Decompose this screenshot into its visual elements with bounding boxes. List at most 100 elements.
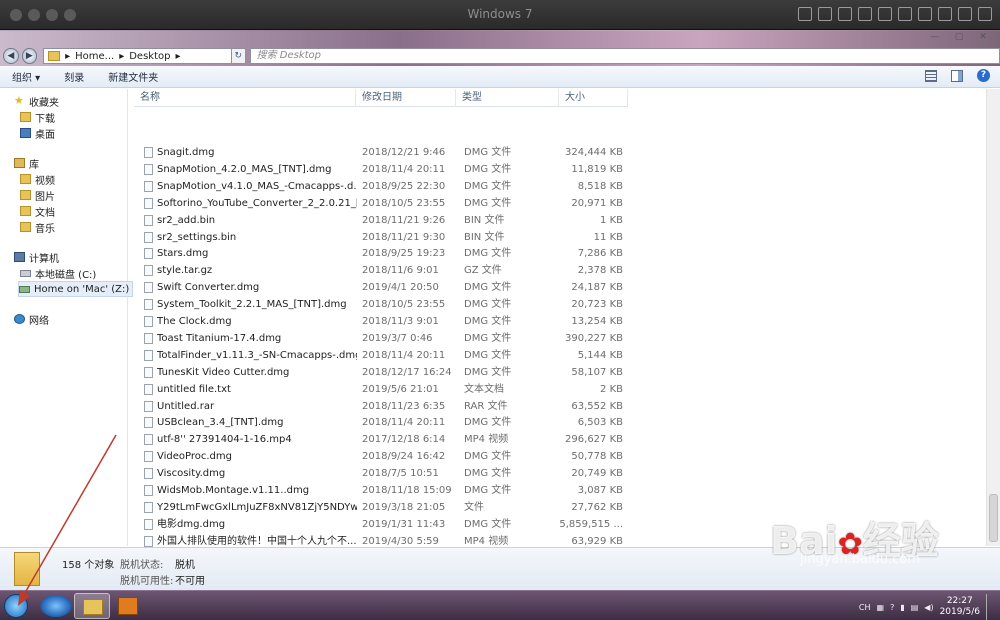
file-row[interactable]: Y29tLmFwcGxlLmJuZF8xNV81ZjY5NDYw... 2019/… [134, 499, 628, 516]
file-row[interactable]: Swift Converter.dmg 2019/4/1 20:50 DMG 文件 2… [134, 279, 628, 296]
nav-computer[interactable]: 计算机 [14, 249, 59, 265]
keyboard-icon[interactable] [798, 7, 812, 21]
explorer-window: — ▢ ✕ ◀ ▶ ▸ Home... ▸ Desktop ▸ ↻ 搜索 Des… [0, 31, 1000, 590]
nav-libraries[interactable]: 库 [14, 155, 39, 171]
camera-icon[interactable] [858, 7, 872, 21]
share-icon[interactable] [938, 7, 952, 21]
nav-desktop[interactable]: 桌面 [20, 125, 55, 141]
file-row[interactable]: untitled file.txt 2019/5/6 21:01 文本文档 2 KB [134, 381, 628, 398]
file-row[interactable]: Viscosity.dmg 2018/7/5 10:51 DMG 文件 20,749 … [134, 465, 628, 482]
file-name: sr2_settings.bin [157, 231, 237, 243]
file-row[interactable]: WidsMob.Montage.v1.11..dmg 2018/11/18 15:… [134, 482, 628, 499]
file-row[interactable]: USBclean_3.4_[TNT].dmg 2018/11/4 20:11 DMG… [134, 414, 628, 431]
file-type: DMG 文件 [464, 417, 512, 429]
breadcrumb[interactable]: ▸ Home... ▸ Desktop ▸ [43, 48, 233, 64]
file-row[interactable]: TunesKit Video Cutter.dmg 2018/12/17 16:2… [134, 364, 628, 381]
organize-button[interactable]: 组织 ▾ [0, 69, 52, 84]
back-icon[interactable] [958, 7, 972, 21]
minimize-icon[interactable]: — [924, 31, 946, 43]
vertical-scrollbar[interactable] [986, 89, 1000, 546]
nav-favorites[interactable]: ★ 收藏夹 [14, 93, 59, 109]
volume-icon[interactable]: ◀) [924, 603, 933, 612]
file-type: DMG 文件 [464, 197, 512, 209]
file-type: DMG 文件 [464, 299, 512, 311]
file-type: DMG 文件 [464, 451, 512, 463]
refresh-icon[interactable]: ↻ [232, 48, 246, 64]
new-folder-button[interactable]: 新建文件夹 [96, 69, 170, 84]
nav-downloads[interactable]: 下载 [20, 109, 55, 125]
column-date[interactable]: 修改日期 [356, 89, 456, 107]
column-name[interactable]: 名称 [134, 89, 356, 107]
file-icon [144, 214, 153, 226]
file-row[interactable]: Untitled.rar 2018/11/23 6:35 RAR 文件 63,552 … [134, 398, 628, 415]
network-drive-icon [19, 285, 30, 293]
file-icon [144, 197, 153, 209]
breadcrumb-desktop[interactable]: Desktop [129, 51, 170, 62]
clock[interactable]: 22:27 2019/5/6 [940, 596, 980, 618]
printer-icon[interactable] [898, 7, 912, 21]
media-player-icon[interactable] [110, 593, 146, 619]
view-options-icon[interactable] [925, 69, 937, 82]
battery-icon[interactable]: ▮ [900, 603, 904, 612]
breadcrumb-home[interactable]: Home... [75, 51, 114, 62]
chevron-right-icon[interactable]: ▸ [65, 51, 70, 62]
language-indicator[interactable]: CH [859, 603, 871, 612]
nav-videos[interactable]: 视频 [20, 171, 55, 187]
chevron-right-icon[interactable]: ▸ [175, 51, 180, 62]
keyboard-icon[interactable]: ▦ [877, 603, 885, 612]
network-icon[interactable]: ▤ [911, 603, 919, 612]
file-icon [144, 265, 153, 277]
nav-music[interactable]: 音乐 [20, 219, 55, 235]
nav-label: 本地磁盘 (C:) [35, 269, 97, 281]
offline-status-label: 脱机状态: [120, 560, 164, 571]
nav-label: 图片 [35, 191, 55, 203]
column-type[interactable]: 类型 [456, 89, 559, 107]
column-size[interactable]: 大小 [559, 89, 628, 107]
file-row[interactable]: utf-8'' 27391404-1-16.mp4 2017/12/18 6:14… [134, 431, 628, 448]
file-type: 文本文档 [464, 383, 504, 395]
search-input[interactable]: 搜索 Desktop [249, 48, 1000, 64]
burn-button[interactable]: 刻录 [52, 69, 96, 84]
display-icon[interactable] [818, 7, 832, 21]
window-icon[interactable] [918, 7, 932, 21]
snapshot-icon[interactable] [878, 7, 892, 21]
file-row[interactable]: sr2_add.bin 2018/11/21 9:26 BIN 文件 1 KB [134, 212, 628, 229]
ie-icon[interactable] [38, 593, 74, 619]
file-row[interactable]: The Clock.dmg 2018/11/3 9:01 DMG 文件 13,254 … [134, 313, 628, 330]
file-row[interactable]: Toast Titanium-17.4.dmg 2019/3/7 0:46 DMG … [134, 330, 628, 347]
file-size: 2 KB [600, 383, 623, 395]
nav-local-disk[interactable]: 本地磁盘 (C:) [20, 265, 96, 281]
scrollbar-thumb[interactable] [989, 494, 998, 542]
power-icon[interactable] [978, 7, 992, 21]
help-tray-icon[interactable]: ? [890, 603, 894, 612]
file-row[interactable]: Softorino_YouTube_Converter_2_2.0.21_[..… [134, 195, 628, 212]
maximize-icon[interactable]: ▢ [948, 31, 970, 43]
file-row[interactable]: System_Toolkit_2.2.1_MAS_[TNT].dmg 2018/1… [134, 296, 628, 313]
file-row[interactable]: style.tar.gz 2018/11/6 9:01 GZ 文件 2,378 KB [134, 262, 628, 279]
file-row[interactable]: SnapMotion_4.2.0_MAS_[TNT].dmg 2018/11/4 … [134, 161, 628, 178]
explorer-taskbar-button[interactable] [74, 593, 110, 619]
file-date: 2018/11/21 9:26 [362, 214, 446, 226]
forward-arrow-icon[interactable]: ▶ [21, 48, 38, 64]
nav-pictures[interactable]: 图片 [20, 187, 55, 203]
chevron-right-icon[interactable]: ▸ [119, 51, 124, 62]
close-icon[interactable]: ✕ [972, 31, 994, 43]
file-row[interactable]: Snagit.dmg 2018/12/21 9:46 DMG 文件 324,444 K… [134, 144, 628, 161]
file-row[interactable]: SnapMotion_v4.1.0_MAS_-Cmacapps-.d... 201… [134, 178, 628, 195]
nav-network[interactable]: 网络 [14, 311, 49, 327]
start-button[interactable] [4, 594, 28, 618]
show-desktop-button[interactable] [986, 594, 994, 620]
file-row[interactable]: TotalFinder_v1.11.3_-SN-Cmacapps-.dmg 201… [134, 347, 628, 364]
usb-icon[interactable] [838, 7, 852, 21]
library-icon [14, 158, 25, 168]
file-row[interactable]: VideoProc.dmg 2018/9/24 16:42 DMG 文件 50,778… [134, 448, 628, 465]
file-row[interactable]: 电影dmg.dmg 2019/1/31 11:43 DMG 文件 5,859,515 … [134, 516, 628, 533]
nav-mac-home[interactable]: Home on 'Mac' (Z:) [18, 281, 134, 297]
file-row[interactable]: sr2_settings.bin 2018/11/21 9:30 BIN 文件 11 … [134, 229, 628, 246]
nav-documents[interactable]: 文档 [20, 203, 55, 219]
file-row[interactable]: Stars.dmg 2018/9/25 19:23 DMG 文件 7,286 KB [134, 245, 628, 262]
back-arrow-icon[interactable]: ◀ [3, 48, 19, 64]
preview-pane-icon[interactable] [951, 69, 963, 82]
file-name: Y29tLmFwcGxlLmJuZF8xNV81ZjY5NDYw... [157, 501, 357, 513]
help-icon[interactable]: ? [977, 69, 990, 82]
